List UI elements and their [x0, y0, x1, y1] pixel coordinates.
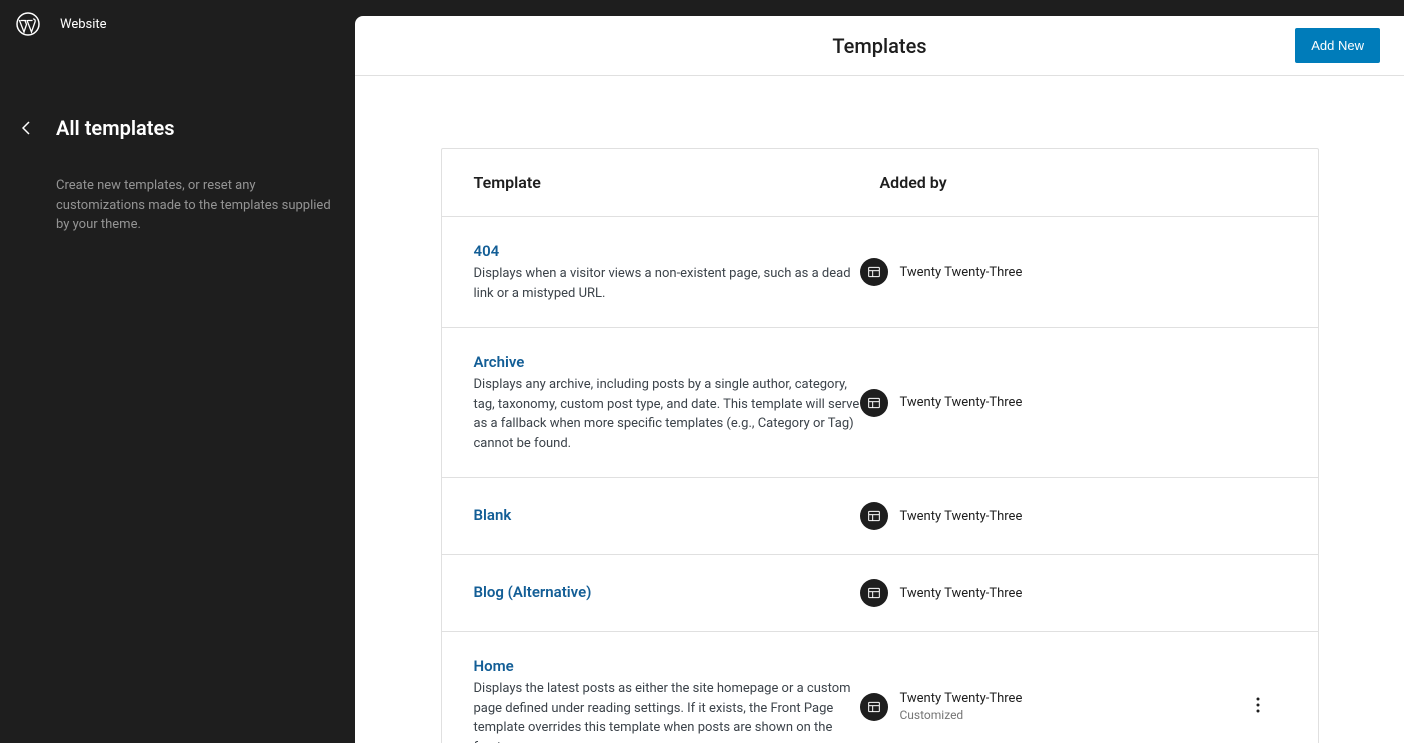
table-row: Home Displays the latest posts as either …	[442, 632, 1318, 743]
customized-label: Customized	[900, 708, 1023, 722]
template-link[interactable]: Blank	[474, 506, 512, 524]
table-row: 404 Displays when a visitor views a non-e…	[442, 217, 1318, 328]
theme-name: Twenty Twenty-Three	[900, 265, 1023, 280]
nav-title-row: All templates	[24, 116, 331, 140]
template-cell: Blank	[474, 505, 860, 528]
table-row: Archive Displays any archive, including p…	[442, 328, 1318, 478]
template-cell: 404 Displays when a visitor views a non-e…	[474, 241, 860, 303]
template-link[interactable]: 404	[474, 242, 500, 260]
back-chevron-icon[interactable]	[20, 122, 32, 134]
column-header-template: Template	[474, 173, 880, 192]
template-link[interactable]: Archive	[474, 353, 525, 371]
addedby-cell: Twenty Twenty-Three	[860, 389, 1246, 417]
table-row: Blog (Alternative) Twenty Twenty-Three	[442, 555, 1318, 632]
more-actions-button[interactable]	[1246, 695, 1270, 719]
table-header-row: Template Added by	[442, 149, 1318, 217]
wordpress-logo-icon[interactable]	[16, 12, 40, 36]
template-description: Displays any archive, including posts by…	[474, 375, 860, 453]
add-new-button[interactable]: Add New	[1295, 28, 1380, 63]
layout-icon	[860, 258, 888, 286]
main-panel: Templates Add New Template Added by 404 D…	[355, 16, 1404, 743]
addedby-cell: Twenty Twenty-Three	[860, 579, 1246, 607]
addedby-cell: Twenty Twenty-Three	[860, 502, 1246, 530]
table-row: Blank Twenty Twenty-Three	[442, 478, 1318, 555]
main-header: Templates Add New	[355, 16, 1404, 76]
layout-icon	[860, 389, 888, 417]
template-cell: Archive Displays any archive, including p…	[474, 352, 860, 453]
content-scroll[interactable]: Template Added by 404 Displays when a vis…	[355, 76, 1404, 743]
template-description: Displays when a visitor views a non-exis…	[474, 264, 860, 303]
actions-cell	[1246, 695, 1286, 719]
addedby-cell: Twenty Twenty-Three	[860, 258, 1246, 286]
template-link[interactable]: Home	[474, 657, 514, 675]
nav-title: All templates	[56, 116, 175, 140]
nav-section: All templates Create new templates, or r…	[0, 116, 355, 235]
layout-icon	[860, 693, 888, 721]
column-header-addedby: Added by	[880, 173, 1286, 192]
theme-name: Twenty Twenty-Three	[900, 509, 1023, 524]
theme-name: Twenty Twenty-Three	[900, 691, 1023, 706]
site-name[interactable]: Website	[60, 17, 107, 32]
theme-name: Twenty Twenty-Three	[900, 586, 1023, 601]
sidebar: Website All templates Create new templat…	[0, 0, 355, 743]
page-title: Templates	[832, 34, 926, 58]
addedby-cell: Twenty Twenty-Three Customized	[860, 691, 1246, 722]
nav-description: Create new templates, or reset any custo…	[24, 176, 331, 235]
layout-icon	[860, 502, 888, 530]
theme-name: Twenty Twenty-Three	[900, 395, 1023, 410]
more-vertical-icon	[1256, 697, 1260, 716]
template-link[interactable]: Blog (Alternative)	[474, 583, 592, 601]
layout-icon	[860, 579, 888, 607]
template-cell: Blog (Alternative)	[474, 582, 860, 605]
templates-table: Template Added by 404 Displays when a vis…	[441, 148, 1319, 743]
site-header: Website	[0, 0, 355, 48]
template-description: Displays the latest posts as either the …	[474, 679, 860, 743]
template-cell: Home Displays the latest posts as either …	[474, 656, 860, 743]
